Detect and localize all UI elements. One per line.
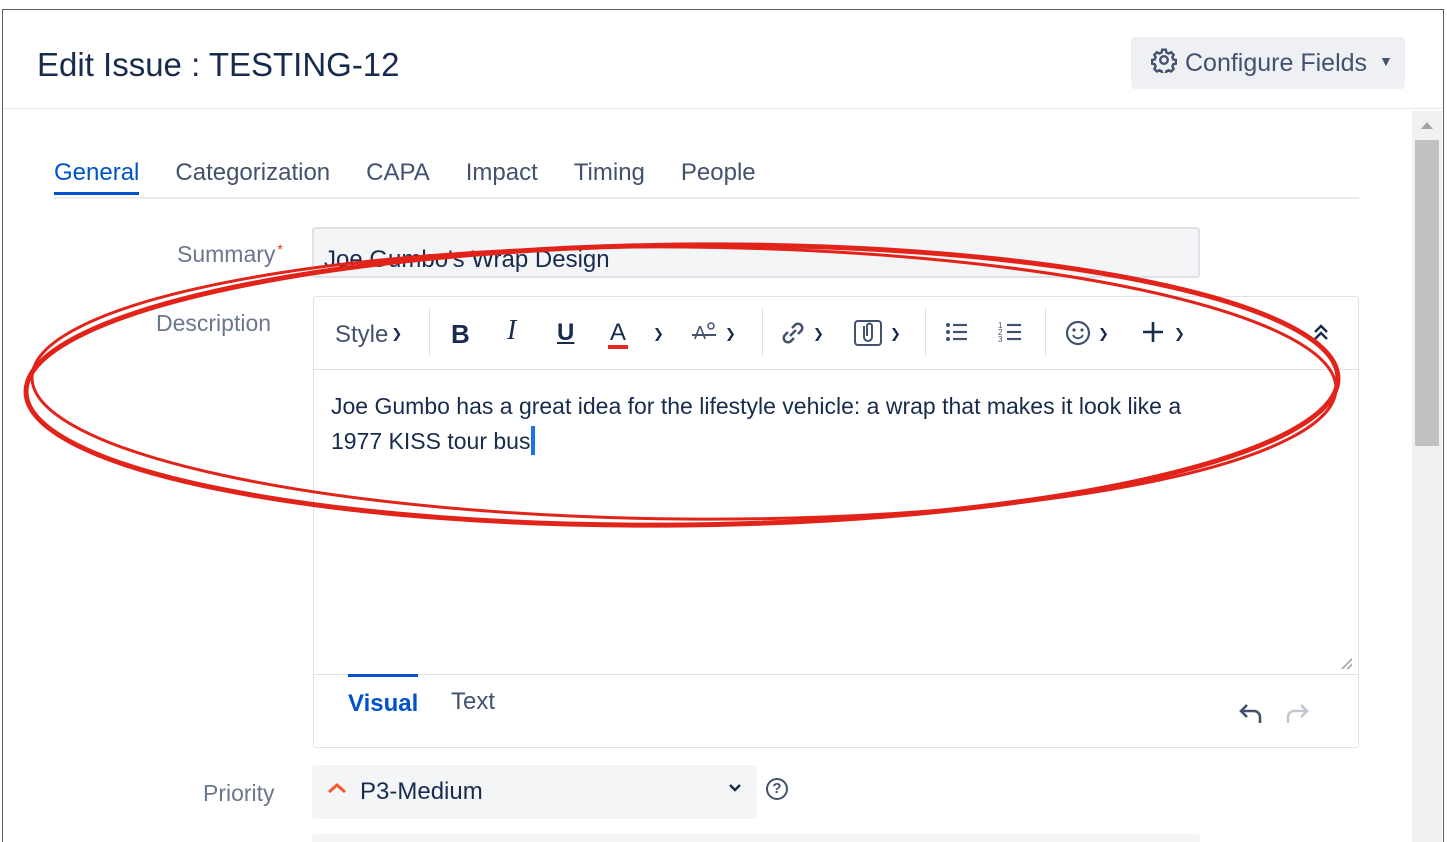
configure-fields-label: Configure Fields <box>1185 48 1368 77</box>
bullet-list-icon[interactable] <box>944 319 970 352</box>
next-field-input[interactable] <box>312 834 1200 842</box>
svg-text:A: A <box>694 323 706 343</box>
priority-value: P3-Medium <box>360 778 483 805</box>
edit-issue-dialog: Edit Issue : TESTING-12 Configure Fields… <box>2 9 1444 842</box>
emoji-icon[interactable] <box>1064 319 1092 354</box>
dialog-header: Edit Issue : TESTING-12 Configure Fields… <box>3 10 1443 109</box>
chevron-down-icon: ❯ <box>653 326 664 341</box>
bold-button[interactable]: B <box>451 319 470 350</box>
gear-icon <box>1150 47 1178 80</box>
text-mode-tab[interactable]: Text <box>451 684 495 716</box>
text-format-clear-icon[interactable]: A <box>690 319 718 354</box>
chevron-down-icon: ❯ <box>391 326 403 341</box>
priority-medium-icon <box>326 778 348 801</box>
chevron-down-icon: ❯ <box>725 326 736 341</box>
chevron-down-icon: ❯ <box>890 326 901 341</box>
style-dropdown[interactable]: Style ❯ <box>335 321 402 349</box>
visual-mode-tab[interactable]: Visual <box>348 674 419 718</box>
configure-fields-button[interactable]: Configure Fields ▼ <box>1131 37 1405 89</box>
editor-toolbar: Style ❯ B I U A ❯ A ❯ ❯ ❯ 1 2 3 ❯ ❯ <box>314 297 1358 370</box>
attachment-dropdown[interactable]: ❯ <box>887 321 901 349</box>
description-editor: Style ❯ B I U A ❯ A ❯ ❯ ❯ 1 2 3 ❯ ❯ Joe … <box>313 296 1359 748</box>
priority-label: Priority <box>203 780 275 806</box>
editor-mode-bar: Visual Text <box>314 674 1358 747</box>
help-icon[interactable]: ? <box>766 778 788 800</box>
redo-icon[interactable] <box>1284 701 1312 732</box>
underline-button[interactable]: U <box>557 319 574 347</box>
scrollbar-thumb[interactable] <box>1415 140 1439 446</box>
tab-timing[interactable]: Timing <box>574 155 645 195</box>
priority-select[interactable]: P3-Medium <box>312 765 757 819</box>
undo-icon[interactable] <box>1236 701 1264 732</box>
numbered-list-icon[interactable]: 123 <box>998 319 1024 352</box>
text-color-button[interactable]: A <box>607 319 629 349</box>
tab-capa[interactable]: CAPA <box>366 155 430 195</box>
tab-bar: General Categorization CAPA Impact Timin… <box>54 155 1359 199</box>
tab-people[interactable]: People <box>681 155 756 195</box>
link-icon[interactable] <box>778 319 808 354</box>
toolbar-divider <box>925 307 926 357</box>
chevron-down-icon: ❯ <box>1174 326 1185 341</box>
chevron-down-icon: ❯ <box>813 326 824 341</box>
format-dropdown[interactable]: ❯ <box>722 321 736 349</box>
resize-handle-icon[interactable] <box>1338 655 1352 669</box>
toolbar-divider <box>429 307 430 357</box>
text-color-dropdown[interactable]: ❯ <box>650 321 664 349</box>
toolbar-divider <box>762 307 763 357</box>
collapse-icon[interactable] <box>1311 319 1331 352</box>
description-text: Joe Gumbo has a great idea for the lifes… <box>331 393 1182 454</box>
plus-icon[interactable] <box>1140 319 1166 352</box>
description-content[interactable]: Joe Gumbo has a great idea for the lifes… <box>331 389 1231 459</box>
tab-general[interactable]: General <box>54 155 140 195</box>
dialog-title: Edit Issue : TESTING-12 <box>37 46 400 83</box>
text-cursor <box>531 426 536 455</box>
style-label: Style <box>335 321 389 348</box>
caret-down-icon: ▼ <box>1379 53 1393 69</box>
description-label: Description <box>156 310 272 336</box>
chevron-down-icon: ❯ <box>1098 326 1109 341</box>
tab-impact[interactable]: Impact <box>466 155 538 195</box>
insert-dropdown[interactable]: ❯ <box>1171 321 1185 349</box>
italic-button[interactable]: I <box>507 315 516 347</box>
attachment-icon[interactable] <box>853 319 883 354</box>
summary-label-text: Summary <box>177 241 276 267</box>
summary-label: Summary * <box>177 241 283 268</box>
tab-categorization[interactable]: Categorization <box>175 155 330 195</box>
required-marker: * <box>277 241 283 257</box>
link-dropdown[interactable]: ❯ <box>810 321 824 349</box>
scroll-up-arrow-icon[interactable] <box>1421 122 1433 129</box>
svg-text:3: 3 <box>998 335 1003 344</box>
chevron-down-icon <box>727 779 743 800</box>
emoji-dropdown[interactable]: ❯ <box>1095 321 1109 349</box>
summary-input[interactable] <box>312 227 1200 278</box>
toolbar-divider <box>1045 307 1046 357</box>
